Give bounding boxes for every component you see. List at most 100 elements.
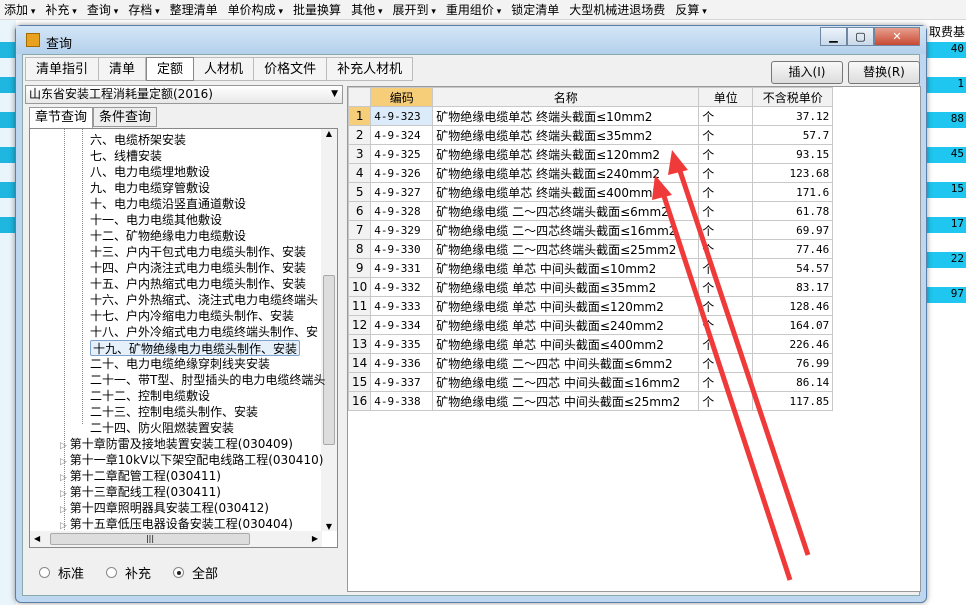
- tab-chapter-query[interactable]: 章节查询: [29, 107, 94, 128]
- table-row[interactable]: 4 4-9-326 矿物绝缘电缆单芯 终端头截面≤240mm2 个 123.68: [348, 163, 834, 183]
- table-row[interactable]: 6 4-9-328 矿物绝缘电缆 二～四芯终端头截面≤6mm2 个 61.78: [348, 201, 834, 221]
- row-number[interactable]: 3: [348, 144, 372, 164]
- table-row[interactable]: 9 4-9-331 矿物绝缘电缆 单芯 中间头截面≤10mm2 个 54.57: [348, 258, 834, 278]
- price-cell[interactable]: 69.97: [752, 220, 834, 240]
- quota-select[interactable]: 山东省安装工程消耗量定额(2016) ▼: [25, 85, 343, 104]
- tree-item[interactable]: 十、电力电缆沿竖直通道敷设: [90, 196, 246, 212]
- expand-icon[interactable]: ▷: [60, 457, 70, 467]
- row-number[interactable]: 2: [348, 125, 372, 145]
- table-row[interactable]: 15 4-9-337 矿物绝缘电缆 二～四芯 中间头截面≤16mm2 个 86.14: [348, 372, 834, 392]
- unit-cell[interactable]: 个: [698, 220, 754, 240]
- row-number[interactable]: 15: [348, 372, 372, 392]
- column-header[interactable]: 编码: [370, 87, 434, 107]
- toolbar-item[interactable]: 锁定清单: [511, 1, 559, 18]
- table-row[interactable]: 3 4-9-325 矿物绝缘电缆单芯 终端头截面≤120mm2 个 93.15: [348, 144, 834, 164]
- tree-chapter[interactable]: ▷ 第十章防雷及接地装置安装工程(030409): [60, 436, 293, 452]
- code-cell[interactable]: 4-9-324: [370, 125, 434, 145]
- expand-icon[interactable]: ▷: [60, 473, 70, 483]
- row-number[interactable]: 10: [348, 277, 372, 297]
- row-number[interactable]: 12: [348, 315, 372, 335]
- name-cell[interactable]: 矿物绝缘电缆 二～四芯终端头截面≤16mm2: [432, 220, 700, 240]
- row-number[interactable]: 5: [348, 182, 372, 202]
- tab-1[interactable]: 清单: [99, 57, 147, 81]
- row-number[interactable]: 8: [348, 239, 372, 259]
- name-cell[interactable]: 矿物绝缘电缆 单芯 中间头截面≤400mm2: [432, 334, 700, 354]
- minimize-button[interactable]: ▁: [820, 27, 847, 46]
- name-cell[interactable]: 矿物绝缘电缆 单芯 中间头截面≤10mm2: [432, 258, 700, 278]
- tree-item[interactable]: 十二、矿物绝缘电力电缆敷设: [90, 228, 246, 244]
- unit-cell[interactable]: 个: [698, 296, 754, 316]
- radio-button[interactable]: [39, 567, 50, 578]
- column-header[interactable]: 不含税单价: [752, 87, 834, 107]
- name-cell[interactable]: 矿物绝缘电缆单芯 终端头截面≤400mm2: [432, 182, 700, 202]
- replace-button[interactable]: 替换(R): [848, 61, 920, 84]
- table-row[interactable]: 14 4-9-336 矿物绝缘电缆 二～四芯 中间头截面≤6mm2 个 76.99: [348, 353, 834, 373]
- name-cell[interactable]: 矿物绝缘电缆单芯 终端头截面≤10mm2: [432, 106, 700, 126]
- expand-icon[interactable]: ▷: [60, 521, 70, 531]
- table-row[interactable]: 5 4-9-327 矿物绝缘电缆单芯 终端头截面≤400mm2 个 171.6: [348, 182, 834, 202]
- unit-cell[interactable]: 个: [698, 144, 754, 164]
- price-cell[interactable]: 77.46: [752, 239, 834, 259]
- row-number[interactable]: 1: [348, 106, 372, 126]
- unit-cell[interactable]: 个: [698, 353, 754, 373]
- name-cell[interactable]: 矿物绝缘电缆 单芯 中间头截面≤240mm2: [432, 315, 700, 335]
- tab-4[interactable]: 价格文件: [254, 57, 328, 81]
- code-cell[interactable]: 4-9-333: [370, 296, 434, 316]
- code-cell[interactable]: 4-9-330: [370, 239, 434, 259]
- price-cell[interactable]: 171.6: [752, 182, 834, 202]
- maximize-button[interactable]: ▢: [847, 27, 874, 46]
- code-cell[interactable]: 4-9-336: [370, 353, 434, 373]
- price-cell[interactable]: 93.15: [752, 144, 834, 164]
- tree-chapter[interactable]: ▷ 第十五章低压电器设备安装工程(030404): [60, 516, 293, 532]
- tree-item[interactable]: 十六、户外热缩式、浇注式电力电缆终端头: [90, 292, 318, 308]
- tree-item[interactable]: 十四、户内浇注式电力电缆头制作、安装: [90, 260, 306, 276]
- toolbar-item[interactable]: 重用组价: [446, 1, 501, 18]
- toolbar-item[interactable]: 整理清单: [170, 1, 218, 18]
- row-number[interactable]: 11: [348, 296, 372, 316]
- code-cell[interactable]: 4-9-326: [370, 163, 434, 183]
- horizontal-scrollbar[interactable]: ◀ ||| ▶: [30, 531, 322, 547]
- table-row[interactable]: 1 4-9-323 矿物绝缘电缆单芯 终端头截面≤10mm2 个 37.12: [348, 106, 834, 126]
- column-header[interactable]: 单位: [698, 87, 754, 107]
- price-cell[interactable]: 117.85: [752, 391, 834, 411]
- code-cell[interactable]: 4-9-338: [370, 391, 434, 411]
- tree-item[interactable]: 八、电力电缆埋地敷设: [90, 164, 210, 180]
- unit-cell[interactable]: 个: [698, 315, 754, 335]
- row-number[interactable]: 6: [348, 201, 372, 221]
- price-cell[interactable]: 54.57: [752, 258, 834, 278]
- table-row[interactable]: 8 4-9-330 矿物绝缘电缆 二～四芯终端头截面≤25mm2 个 77.46: [348, 239, 834, 259]
- price-cell[interactable]: 76.99: [752, 353, 834, 373]
- tree-item[interactable]: 十三、户内干包式电力电缆头制作、安装: [90, 244, 306, 260]
- code-cell[interactable]: 4-9-332: [370, 277, 434, 297]
- row-number[interactable]: 13: [348, 334, 372, 354]
- title-bar[interactable]: 查询 ▁ ▢ ✕: [16, 26, 926, 54]
- code-cell[interactable]: 4-9-331: [370, 258, 434, 278]
- tree-item[interactable]: 二十三、控制电缆头制作、安装: [90, 404, 258, 420]
- price-cell[interactable]: 86.14: [752, 372, 834, 392]
- name-cell[interactable]: 矿物绝缘电缆 单芯 中间头截面≤120mm2: [432, 296, 700, 316]
- tree-item[interactable]: 六、电缆桥架安装: [90, 132, 186, 148]
- tab-0[interactable]: 清单指引: [25, 57, 100, 81]
- vertical-scrollbar[interactable]: ▲ ▼: [321, 129, 337, 531]
- unit-cell[interactable]: 个: [698, 372, 754, 392]
- toolbar-item[interactable]: 存档: [128, 1, 159, 18]
- table-row[interactable]: 10 4-9-332 矿物绝缘电缆 单芯 中间头截面≤35mm2 个 83.17: [348, 277, 834, 297]
- tree-item[interactable]: 九、电力电缆穿管敷设: [90, 180, 210, 196]
- name-cell[interactable]: 矿物绝缘电缆 二～四芯 中间头截面≤25mm2: [432, 391, 700, 411]
- name-cell[interactable]: 矿物绝缘电缆单芯 终端头截面≤240mm2: [432, 163, 700, 183]
- unit-cell[interactable]: 个: [698, 334, 754, 354]
- close-button[interactable]: ✕: [874, 27, 920, 46]
- toolbar-item[interactable]: 展开到: [392, 1, 435, 18]
- row-number[interactable]: 14: [348, 353, 372, 373]
- unit-cell[interactable]: 个: [698, 163, 754, 183]
- code-cell[interactable]: 4-9-335: [370, 334, 434, 354]
- row-number[interactable]: 9: [348, 258, 372, 278]
- toolbar-item[interactable]: 反算: [675, 1, 706, 18]
- code-cell[interactable]: 4-9-329: [370, 220, 434, 240]
- expand-icon[interactable]: ▷: [60, 489, 70, 499]
- tree-chapter[interactable]: ▷ 第十一章10kV以下架空配电线路工程(030410): [60, 452, 323, 468]
- price-cell[interactable]: 83.17: [752, 277, 834, 297]
- tree-item[interactable]: 二十一、带T型、肘型插头的电力电缆终端头: [90, 372, 325, 388]
- toolbar-item[interactable]: 单价构成: [228, 1, 283, 18]
- price-cell[interactable]: 61.78: [752, 201, 834, 221]
